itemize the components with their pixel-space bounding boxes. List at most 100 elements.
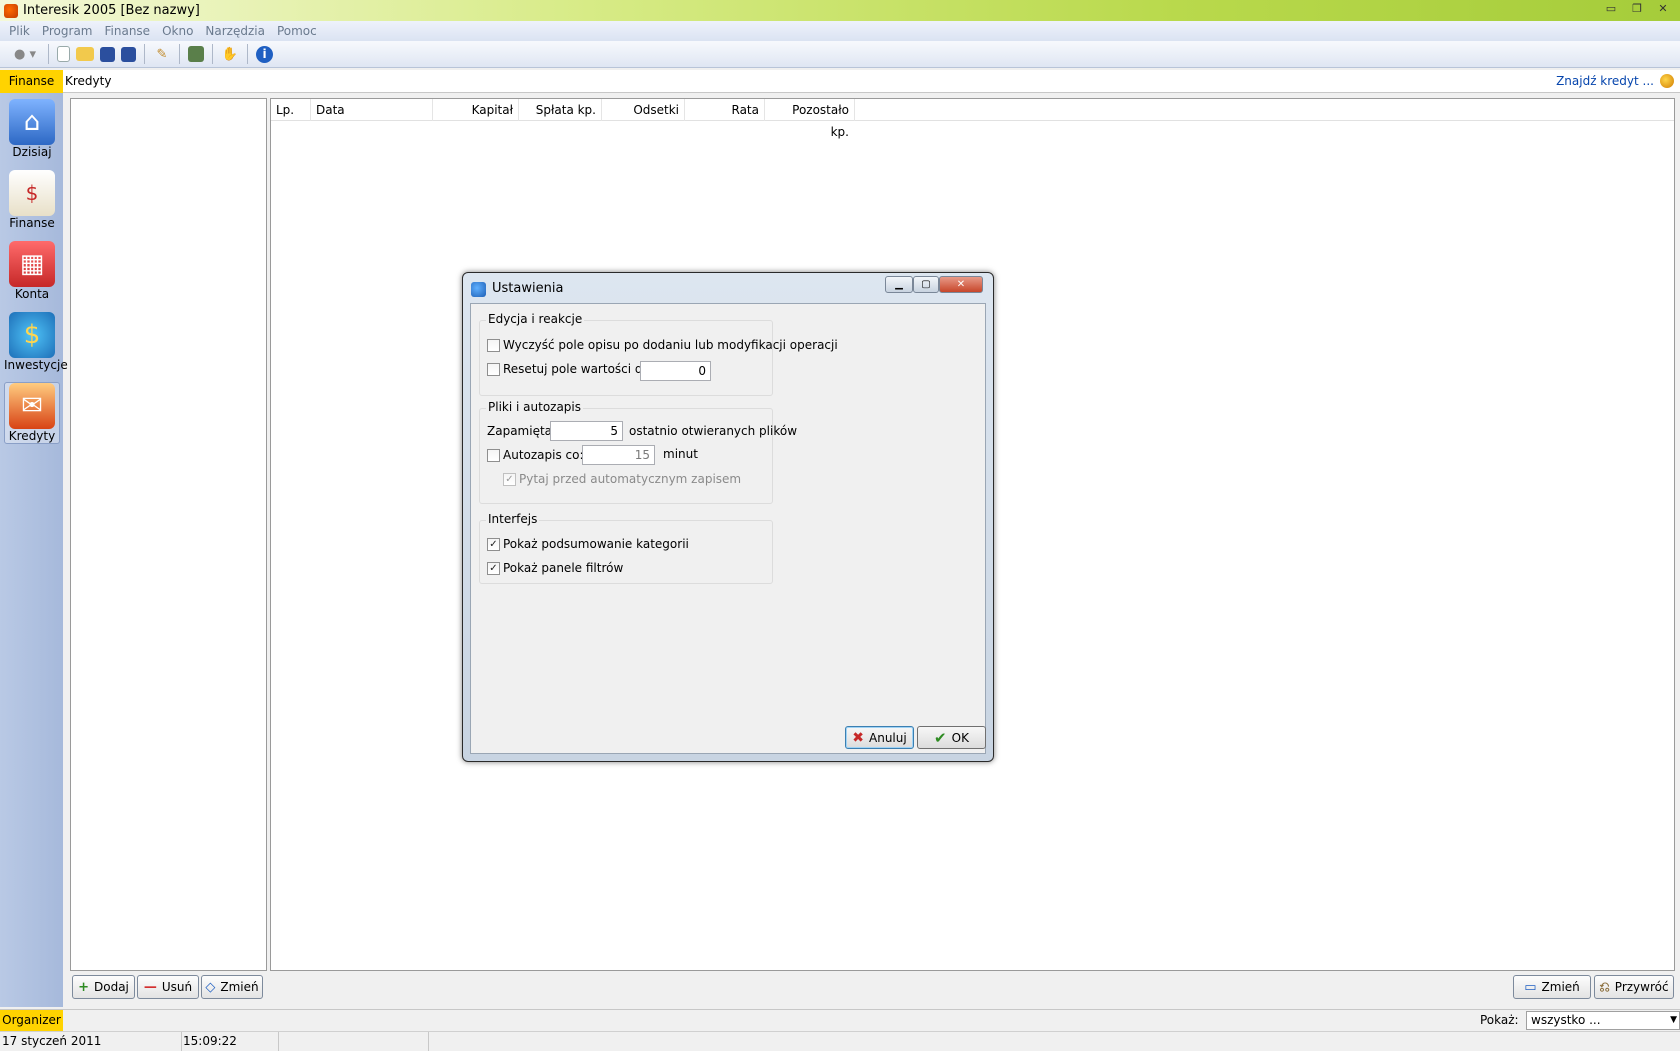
tab-organizer[interactable]: Organizer <box>0 1010 63 1031</box>
reset-value-field[interactable]: 0 <box>640 361 711 381</box>
nav-item-finanse[interactable]: $ Finanse <box>4 170 60 230</box>
toolbar-separator <box>48 44 49 64</box>
add-button-label: Dodaj <box>94 980 129 994</box>
nav-item-kredyty[interactable]: ✉ Kredyty <box>4 382 60 444</box>
menu-plik[interactable]: Plik <box>3 24 36 38</box>
minimize-button[interactable]: ▭ <box>1600 1 1622 17</box>
cross-icon: ✖ <box>852 729 865 746</box>
show-filter-select[interactable]: wszystko ... ▼ <box>1526 1011 1680 1030</box>
status-date: 17 styczeń 2011 <box>0 1032 182 1051</box>
tab-finanse[interactable]: Finanse <box>0 70 63 93</box>
dialog-maximize-button[interactable]: ▢ <box>913 276 939 293</box>
show-filter-panels-checkbox[interactable]: ✓ <box>487 561 500 575</box>
finance-icon: $ <box>9 170 55 216</box>
clear-description-checkbox[interactable] <box>487 338 500 352</box>
left-navigation: ⌂ Dzisiaj $ Finanse ▦ Konta $ Inwestycje… <box>0 93 68 1007</box>
column-header-splata[interactable]: Spłata kp. <box>519 99 602 121</box>
ok-button-label: OK <box>951 730 969 745</box>
nav-item-dzisiaj[interactable]: ⌂ Dzisiaj <box>4 99 60 159</box>
show-category-summary-label: Pokaż podsumowanie kategorii <box>503 537 689 551</box>
dialog-content: Edycja i reakcje Wyczyść pole opisu po d… <box>470 303 986 754</box>
autosave-unit: minut <box>663 447 698 461</box>
ask-before-autosave-checkbox[interactable]: ✓ <box>503 472 516 486</box>
toolbar-separator <box>247 44 248 64</box>
show-filter-panels-label: Pokaż panele filtrów <box>503 561 624 575</box>
investments-icon: $ <box>9 312 55 358</box>
nav-item-label: Dzisiaj <box>12 145 52 159</box>
cancel-button-label: Anuluj <box>869 730 907 745</box>
toolbar-separator <box>179 44 180 64</box>
show-category-summary-option[interactable]: ✓ Pokaż podsumowanie kategorii <box>487 537 689 551</box>
autosave-checkbox[interactable] <box>487 448 500 462</box>
column-header-kapital[interactable]: Kapitał <box>433 99 519 121</box>
menu-bar: Plik Program Finanse Okno Narzędzia Pomo… <box>0 21 1680 41</box>
add-button[interactable]: + Dodaj <box>72 975 135 999</box>
nav-item-konta[interactable]: ▦ Konta <box>4 241 60 301</box>
remove-button[interactable]: — Usuń <box>137 975 199 999</box>
column-header-pozostalo[interactable]: Pozostało kp. <box>765 99 855 139</box>
reset-value-checkbox[interactable] <box>487 362 500 376</box>
restore-button[interactable]: ⎌ Przywróć <box>1594 975 1674 999</box>
column-header-rata[interactable]: Rata <box>685 99 765 121</box>
report-icon[interactable] <box>188 46 204 62</box>
clear-description-label: Wyczyść pole opisu po dodaniu lub modyfi… <box>503 338 838 352</box>
column-header-odsetki[interactable]: Odsetki <box>602 99 685 121</box>
recent-files-count-field[interactable]: 5 <box>550 421 623 441</box>
find-credit-link[interactable]: Znajdź kredyt ... <box>1556 70 1654 92</box>
organizer-bar: Organizer Pokaż: wszystko ... ▼ <box>0 1009 1680 1031</box>
menu-narzedzia[interactable]: Narzędzia <box>199 24 271 38</box>
plus-icon: + <box>78 979 89 995</box>
close-button[interactable]: ✕ <box>1652 1 1674 17</box>
clear-description-option[interactable]: Wyczyść pole opisu po dodaniu lub modyfi… <box>487 338 838 352</box>
ask-before-autosave-option[interactable]: ✓ Pytaj przed automatycznym zapisem <box>503 472 741 486</box>
reset-value-option[interactable]: Resetuj pole wartości do: <box>487 362 654 376</box>
show-filter-value: wszystko ... <box>1531 1013 1601 1027</box>
dialog-close-button[interactable]: ✕ <box>939 276 983 293</box>
change-view-button[interactable]: ▭ Zmień <box>1513 975 1591 999</box>
group-interface: Interfejs ✓ Pokaż podsumowanie kategorii… <box>479 512 773 584</box>
autosave-interval-field[interactable]: 15 <box>582 445 655 465</box>
hand-icon[interactable]: ✋ <box>221 45 239 63</box>
column-header-lp[interactable]: Lp. <box>271 99 311 121</box>
change-view-button-label: Zmień <box>1541 980 1580 994</box>
diamond-icon: ◇ <box>205 979 216 995</box>
back-icon[interactable]: ● ▾ <box>10 45 40 63</box>
credits-list-panel[interactable] <box>70 98 267 971</box>
tools-icon[interactable]: ✎ <box>153 45 171 63</box>
maximize-button[interactable]: ❐ <box>1626 1 1648 17</box>
menu-program[interactable]: Program <box>36 24 99 38</box>
ok-button[interactable]: ✔ OK <box>917 726 986 749</box>
table-header: Lp. Data Kapitał Spłata kp. Odsetki Rata… <box>271 99 1674 139</box>
recent-files-suffix: ostatnio otwieranych plików <box>629 424 798 438</box>
dialog-minimize-button[interactable]: ▁ <box>885 276 913 293</box>
autosave-option[interactable]: Autozapis co: <box>487 448 584 462</box>
group-interface-legend: Interfejs <box>486 512 540 526</box>
cancel-button[interactable]: ✖ Anuluj <box>845 726 914 749</box>
show-filter-panels-option[interactable]: ✓ Pokaż panele filtrów <box>487 561 623 575</box>
edit-button[interactable]: ◇ Zmień <box>201 975 263 999</box>
info-icon[interactable]: i <box>256 45 273 63</box>
find-credit-icon[interactable] <box>1660 74 1674 88</box>
settings-icon <box>471 282 486 297</box>
nav-item-inwestycje[interactable]: $ Inwestycje <box>4 312 68 372</box>
autosave-label: Autozapis co: <box>503 448 584 462</box>
dialog-title: Ustawienia <box>492 281 564 296</box>
toolbar-separator <box>144 44 145 64</box>
menu-finanse[interactable]: Finanse <box>99 24 157 38</box>
open-folder-icon[interactable] <box>76 47 94 61</box>
minus-icon: — <box>143 979 157 995</box>
menu-okno[interactable]: Okno <box>156 24 199 38</box>
tab-strip: Finanse Kredyty Znajdź kredyt ... <box>0 70 1680 93</box>
save-all-icon[interactable] <box>121 46 136 62</box>
house-icon: ⌂ <box>9 99 55 145</box>
group-files: Pliki i autozapis Zapamiętaj 5 ostatnio … <box>479 400 797 504</box>
status-time: 15:09:22 <box>182 1032 279 1051</box>
restore-button-label: Przywróć <box>1614 980 1669 994</box>
show-category-summary-checkbox[interactable]: ✓ <box>487 537 500 551</box>
new-file-icon[interactable] <box>57 46 70 62</box>
column-header-data[interactable]: Data <box>311 99 433 121</box>
save-icon[interactable] <box>100 46 115 62</box>
edit-button-label: Zmień <box>220 980 259 994</box>
menu-pomoc[interactable]: Pomoc <box>271 24 323 38</box>
restore-icon: ⎌ <box>1599 979 1610 995</box>
